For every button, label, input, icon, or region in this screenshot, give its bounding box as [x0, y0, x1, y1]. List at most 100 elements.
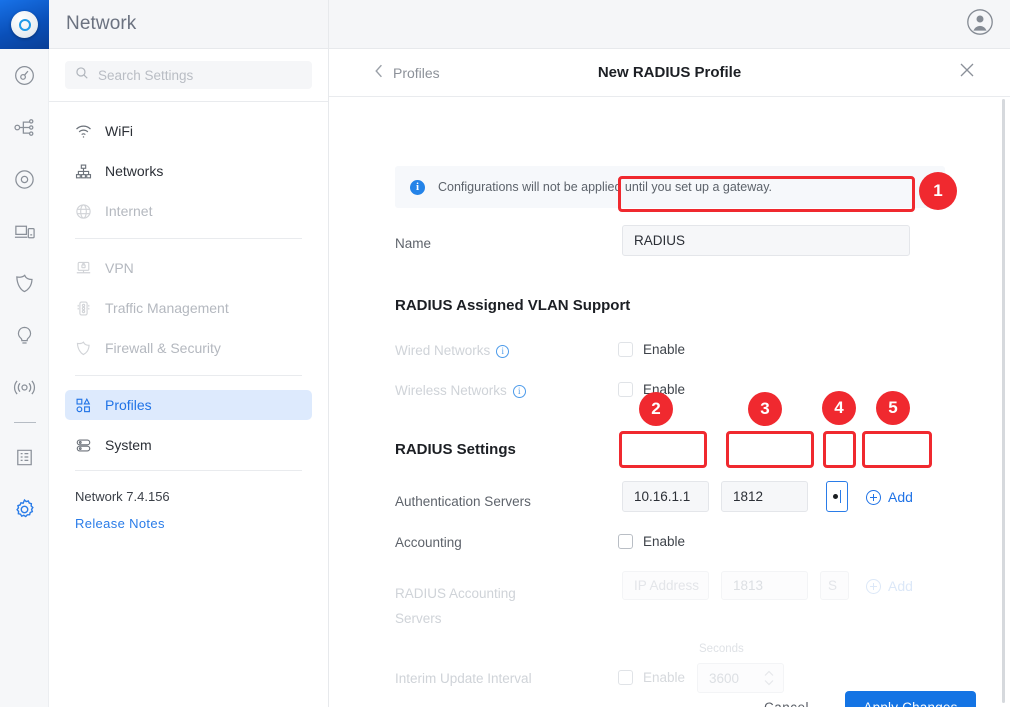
add-auth-server-button[interactable]: Add: [866, 489, 913, 505]
add-acct-server-button[interactable]: Add: [866, 578, 913, 594]
rail-divider: [0, 413, 49, 431]
interim-interval-label: Interim Update Interval: [395, 671, 532, 686]
wired-enable-checkbox-row[interactable]: Enable: [618, 342, 685, 357]
sidebar-item-label: Firewall & Security: [105, 340, 221, 356]
seconds-label: Seconds: [699, 643, 744, 655]
sidebar-item-label: System: [105, 437, 152, 453]
sidebar-divider-1: [75, 238, 302, 239]
sidebar-item-profiles[interactable]: Profiles: [65, 390, 312, 420]
plus-circle-icon: [866, 489, 881, 505]
icon-rail: [0, 0, 49, 707]
text-caret: [840, 490, 841, 503]
acct-server-ip-input[interactable]: IP Address: [622, 571, 709, 600]
rail-item-logs[interactable]: [0, 431, 49, 483]
rail-item-devices[interactable]: [0, 153, 49, 205]
shield-icon: [75, 340, 92, 357]
profiles-icon: [75, 397, 92, 414]
number-stepper[interactable]: [764, 670, 774, 686]
top-bar: [329, 0, 1010, 49]
interim-seconds-value: 3600: [709, 670, 740, 686]
sidebar-item-networks[interactable]: Networks: [65, 156, 312, 186]
logs-icon: [13, 446, 36, 469]
vpn-icon: [75, 260, 92, 277]
auth-server-port-input[interactable]: 1812: [721, 481, 808, 512]
sidebar-item-vpn[interactable]: VPN: [65, 253, 312, 283]
shield-icon: [13, 272, 36, 295]
add-acct-server-label: Add: [888, 578, 913, 594]
sidebar-item-label: WiFi: [105, 123, 133, 139]
sidebar-item-system[interactable]: System: [65, 430, 312, 460]
rail-item-protect[interactable]: [0, 257, 49, 309]
wired-networks-text: Wired Networks: [395, 343, 491, 358]
add-auth-server-label: Add: [888, 489, 913, 505]
version-label: Network 7.4.156: [75, 489, 170, 504]
accounting-enable-checkbox[interactable]: [618, 534, 633, 549]
rail-item-clients[interactable]: [0, 205, 49, 257]
interim-enable-label: Enable: [643, 670, 686, 685]
sidebar-item-firewall-security[interactable]: Firewall & Security: [65, 333, 312, 363]
name-label: Name: [395, 236, 432, 251]
rail-logo-button[interactable]: [0, 0, 49, 49]
sidebar-item-internet[interactable]: Internet: [65, 196, 312, 226]
info-icon[interactable]: i: [496, 344, 510, 358]
release-notes-link[interactable]: Release Notes: [49, 504, 328, 531]
panel-header: Profiles New RADIUS Profile: [329, 49, 1010, 97]
rail-item-settings[interactable]: [0, 483, 49, 535]
rail-item-insights[interactable]: [0, 309, 49, 361]
wired-networks-label: Wired Networks i: [395, 343, 510, 358]
apply-changes-button[interactable]: Apply Changes: [845, 691, 976, 707]
auth-servers-label: Authentication Servers: [395, 494, 531, 509]
interim-seconds-input[interactable]: 3600: [697, 663, 784, 693]
accounting-label: Accounting: [395, 535, 462, 550]
sidebar-item-wifi[interactable]: WiFi: [65, 116, 312, 146]
auth-server-secret-input[interactable]: [826, 481, 848, 512]
app-root: Network Search Settings WiFi Networks In…: [0, 0, 1010, 707]
acct-secret-placeholder: S: [828, 578, 838, 593]
vertical-scrollbar[interactable]: [1002, 99, 1005, 703]
system-icon: [75, 437, 92, 454]
globe-icon: [75, 203, 92, 220]
acct-servers-label: RADIUS Accounting Servers: [395, 586, 516, 626]
gear-icon: [12, 497, 37, 522]
wired-enable-checkbox[interactable]: [618, 342, 633, 357]
acct-server-port-input[interactable]: 1813: [721, 571, 808, 600]
sidebar-item-label: Traffic Management: [105, 300, 229, 316]
cancel-button[interactable]: Cancel: [764, 700, 809, 707]
rail-item-broadcast[interactable]: [0, 361, 49, 413]
main-panel: Profiles New RADIUS Profile i Configurat…: [329, 49, 1010, 707]
chevron-left-icon: [374, 64, 384, 81]
vlan-section-title: RADIUS Assigned VLAN Support: [395, 297, 631, 314]
settings-sidebar: Network Search Settings WiFi Networks In…: [49, 0, 329, 707]
unifi-logo-icon: [11, 11, 38, 38]
info-icon[interactable]: i: [512, 384, 526, 398]
wifi-icon: [75, 123, 92, 140]
acct-ip-placeholder: IP Address: [634, 578, 700, 593]
info-icon: i: [410, 179, 425, 195]
auth-server-ip-input[interactable]: 10.16.1.1: [622, 481, 709, 512]
acct-server-secret-input[interactable]: S: [820, 571, 849, 600]
rail-item-topology[interactable]: [0, 101, 49, 153]
traffic-light-icon: [75, 300, 92, 317]
rail-item-dashboard[interactable]: [0, 49, 49, 101]
name-input[interactable]: RADIUS: [622, 225, 910, 256]
accounting-enable-checkbox-row[interactable]: Enable: [618, 534, 685, 549]
accounting-enable-label: Enable: [643, 534, 686, 549]
wireless-enable-checkbox[interactable]: [618, 382, 633, 397]
search-wrapper: Search Settings: [49, 49, 328, 101]
notice-text: Configurations will not be applied until…: [438, 180, 773, 194]
search-input[interactable]: Search Settings: [65, 61, 312, 89]
back-label: Profiles: [393, 64, 440, 81]
sidebar-item-traffic-management[interactable]: Traffic Management: [65, 293, 312, 323]
account-avatar-icon[interactable]: [966, 8, 994, 41]
dashboard-icon: [13, 64, 36, 87]
insights-icon: [13, 324, 36, 347]
plus-circle-icon: [866, 578, 881, 594]
interim-enable-checkbox-row[interactable]: Enable: [618, 670, 685, 685]
sidebar-item-label: VPN: [105, 260, 134, 276]
interim-enable-checkbox[interactable]: [618, 670, 633, 685]
wireless-networks-text: Wireless Networks: [395, 383, 507, 398]
wireless-enable-checkbox-row[interactable]: Enable: [618, 382, 685, 397]
sidebar-item-label: Internet: [105, 203, 153, 219]
close-icon[interactable]: [959, 62, 975, 83]
back-to-profiles-button[interactable]: Profiles: [374, 64, 440, 81]
